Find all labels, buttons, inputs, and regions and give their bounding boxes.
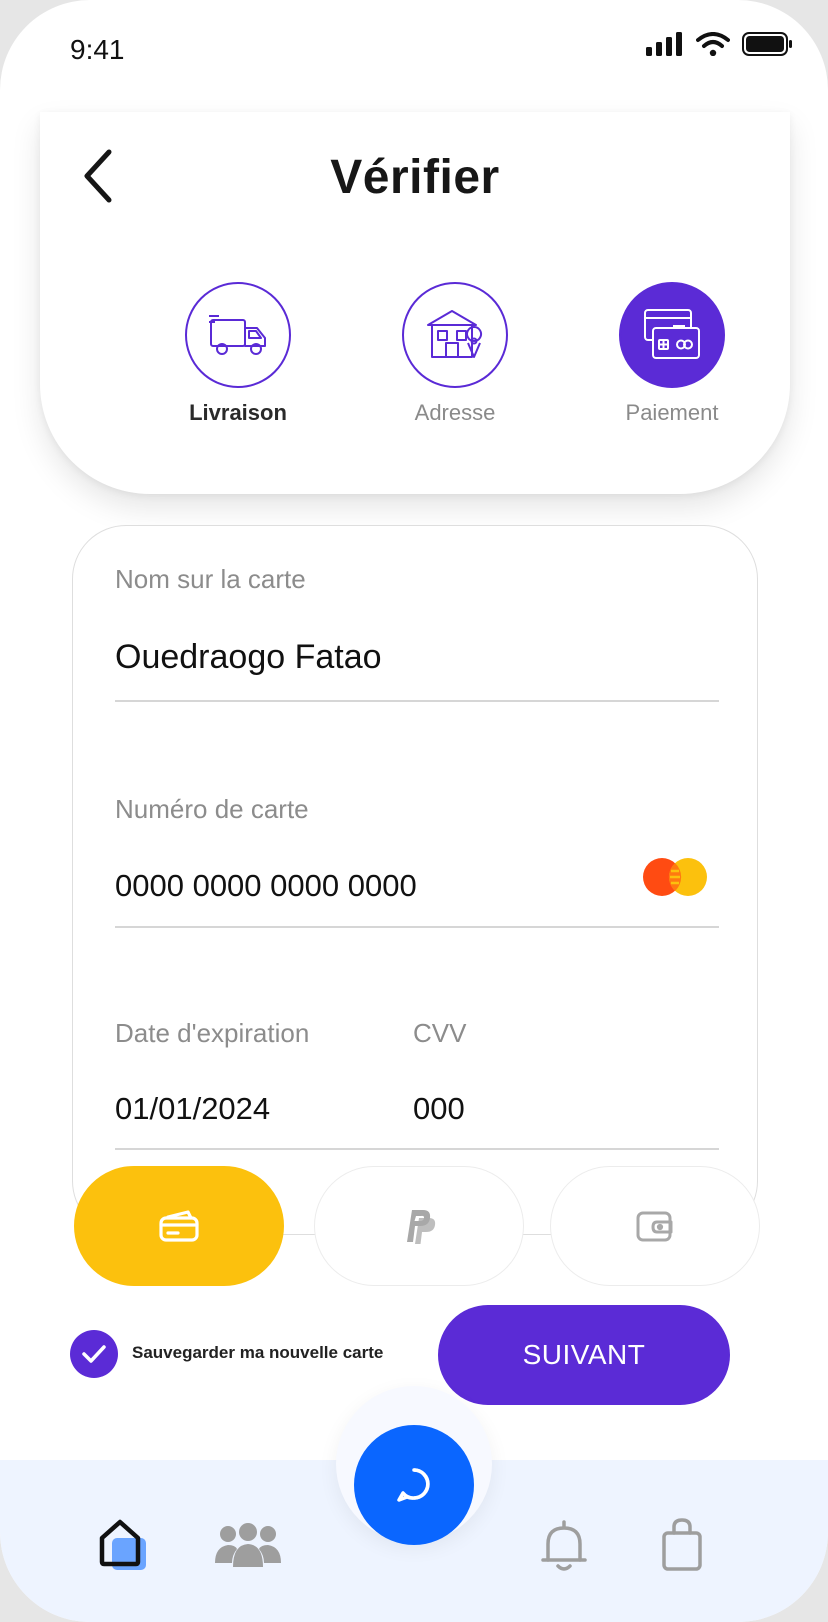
nav-home[interactable]	[92, 1512, 156, 1576]
page-title: Vérifier	[330, 151, 500, 204]
card-number-underline	[115, 926, 719, 928]
wifi-icon	[696, 32, 730, 56]
save-card-checkbox[interactable]	[70, 1330, 118, 1378]
paypal-icon	[407, 1210, 436, 1244]
expiry-cvv-underline	[115, 1148, 719, 1150]
card-icon	[159, 1210, 199, 1242]
people-icon	[215, 1523, 281, 1567]
payment-method-paypal[interactable]	[314, 1166, 524, 1286]
shopping-bag-icon	[662, 1518, 702, 1571]
cvv-field[interactable]: 000	[413, 1091, 465, 1127]
nav-notifications[interactable]	[536, 1514, 592, 1578]
expiry-field[interactable]: 01/01/2024	[115, 1091, 270, 1127]
step-livraison[interactable]: Livraison	[148, 282, 328, 426]
payment-method-card[interactable]	[74, 1166, 284, 1286]
name-on-card-label: Nom sur la carte	[115, 564, 306, 594]
expiry-label: Date d'expiration	[115, 1018, 310, 1048]
step-paiement[interactable]: Paiement	[582, 282, 762, 426]
truck-icon	[209, 315, 266, 355]
step-paiement-label: Paiement	[625, 400, 719, 425]
step-paiement-circle	[619, 282, 725, 388]
name-field-underline	[115, 700, 719, 702]
save-card-label: Sauvegarder ma nouvelle carte	[132, 1343, 384, 1362]
card-form: Nom sur la carte Ouedraogo Fatao Numéro …	[72, 525, 758, 1235]
wallet-icon	[636, 1211, 673, 1242]
phone-screen: 9:41 Vérifier Livraison Adresse Paiement…	[0, 0, 828, 1622]
step-adresse[interactable]: Adresse	[365, 282, 545, 426]
next-button[interactable]: SUIVANT	[438, 1305, 730, 1405]
mastercard-icon	[643, 858, 707, 896]
step-livraison-circle	[185, 282, 291, 388]
signal-icon	[646, 32, 682, 56]
nav-community[interactable]	[212, 1518, 284, 1574]
chat-button[interactable]	[354, 1425, 474, 1545]
nav-cart[interactable]	[656, 1512, 708, 1578]
name-on-card-field[interactable]: Ouedraogo Fatao	[115, 638, 382, 677]
checkmark-icon	[82, 1345, 106, 1363]
step-adresse-label: Adresse	[414, 400, 496, 425]
checkout-header-card: Vérifier Livraison Adresse Paiement	[40, 112, 790, 494]
payment-method-wallet[interactable]	[550, 1166, 760, 1286]
status-icons	[646, 32, 794, 56]
bell-icon	[541, 1520, 587, 1571]
cvv-label: CVV	[413, 1018, 467, 1048]
card-number-field[interactable]: 0000 0000 0000 0000	[115, 868, 417, 904]
step-livraison-label: Livraison	[189, 400, 287, 425]
card-number-label: Numéro de carte	[115, 794, 309, 824]
chat-icon	[397, 1468, 430, 1502]
home-icon	[99, 1519, 146, 1570]
house-location-icon	[427, 310, 483, 358]
battery-icon	[742, 32, 792, 56]
step-adresse-circle	[402, 282, 508, 388]
status-time: 9:41	[70, 34, 125, 65]
credit-card-icon	[644, 309, 700, 359]
